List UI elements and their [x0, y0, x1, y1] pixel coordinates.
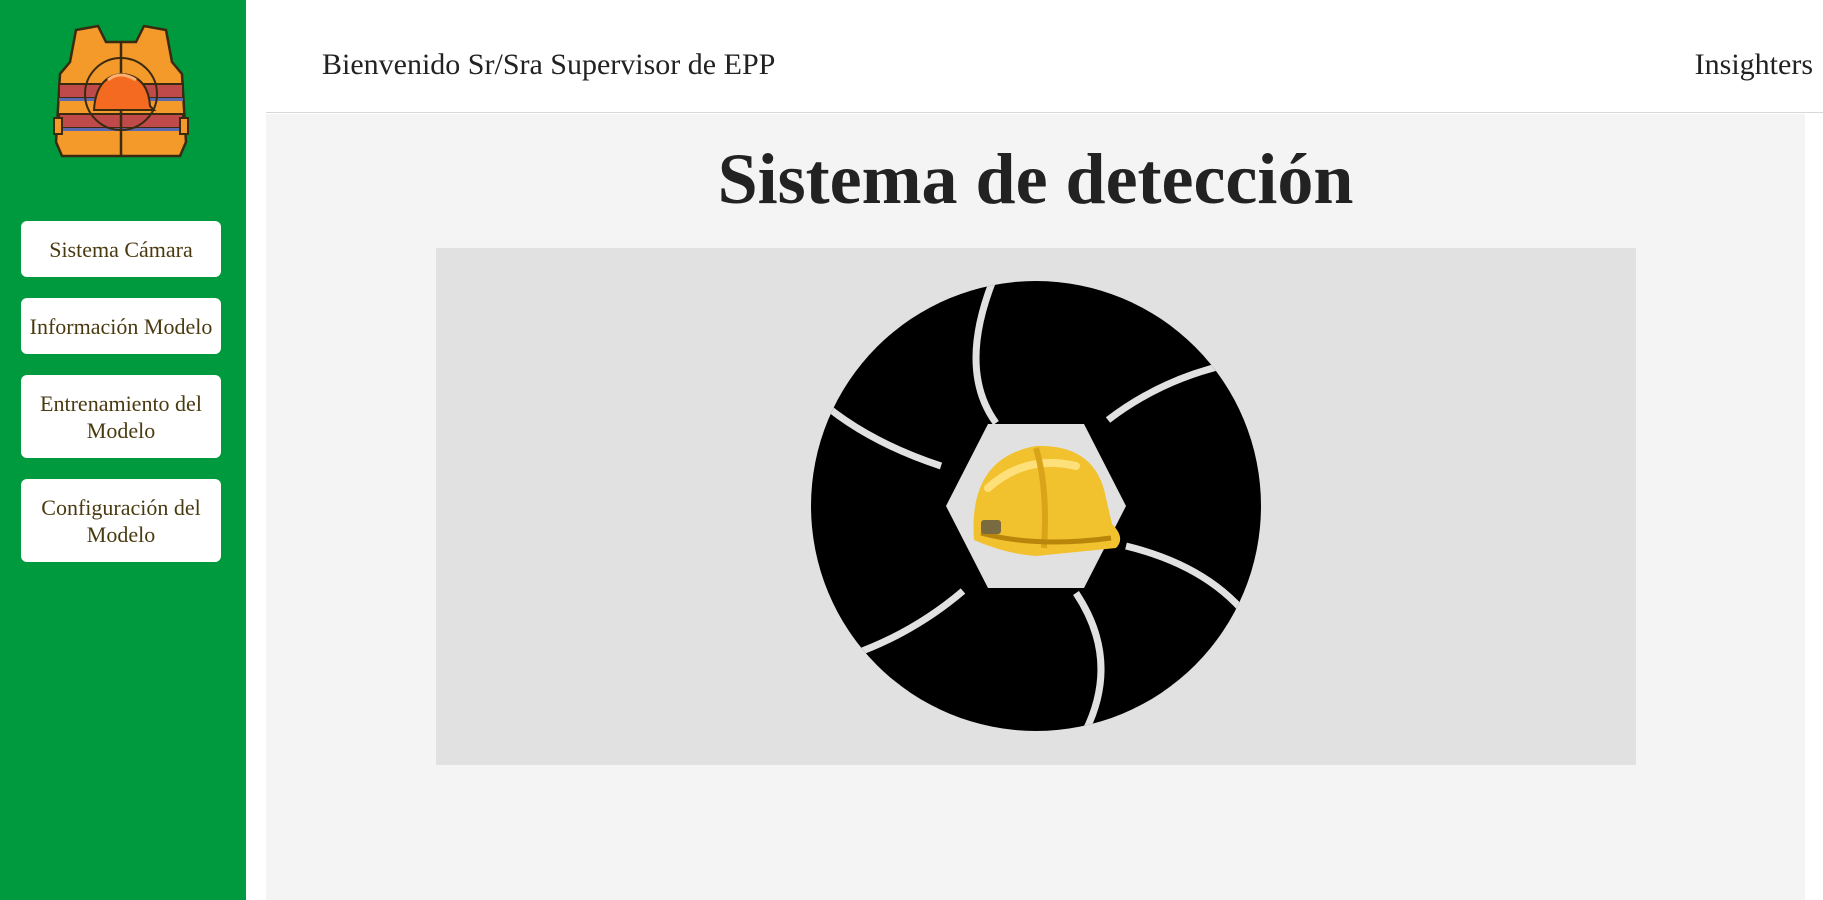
camera-shutter-helmet-icon	[811, 281, 1261, 731]
nav-entrenamiento-modelo-button[interactable]: Entrenamiento del Modelo	[21, 375, 221, 458]
page-title: Sistema de detección	[717, 139, 1354, 219]
nav-informacion-modelo-button[interactable]: Información Modelo	[21, 298, 221, 354]
nav-informacion-modelo-label: Información Modelo	[29, 313, 213, 339]
nav-configuracion-line1: Configuración del	[41, 494, 201, 520]
nav-sistema-camara-label: Sistema Cámara	[49, 236, 193, 262]
nav-configuracion-line2: Modelo	[86, 521, 156, 547]
hero-banner	[436, 248, 1636, 765]
nav-sistema-camara-button[interactable]: Sistema Cámara	[21, 221, 221, 277]
logo-icon[interactable]	[46, 22, 196, 164]
main-content: Sistema de detección	[266, 114, 1805, 900]
welcome-text: Bienvenido Sr/Sra Supervisor de EPP	[322, 48, 776, 81]
nav-entrenamiento-line1: Entrenamiento del	[40, 390, 202, 416]
sidebar: Sistema Cámara Información Modelo Entren…	[0, 0, 246, 900]
nav-configuracion-modelo-button[interactable]: Configuración del Modelo	[21, 479, 221, 562]
nav-entrenamiento-line2: Modelo	[86, 417, 156, 443]
brand-link[interactable]: Insighters	[1695, 48, 1813, 82]
top-header: Bienvenido Sr/Sra Supervisor de EPP Insi…	[266, 0, 1823, 113]
